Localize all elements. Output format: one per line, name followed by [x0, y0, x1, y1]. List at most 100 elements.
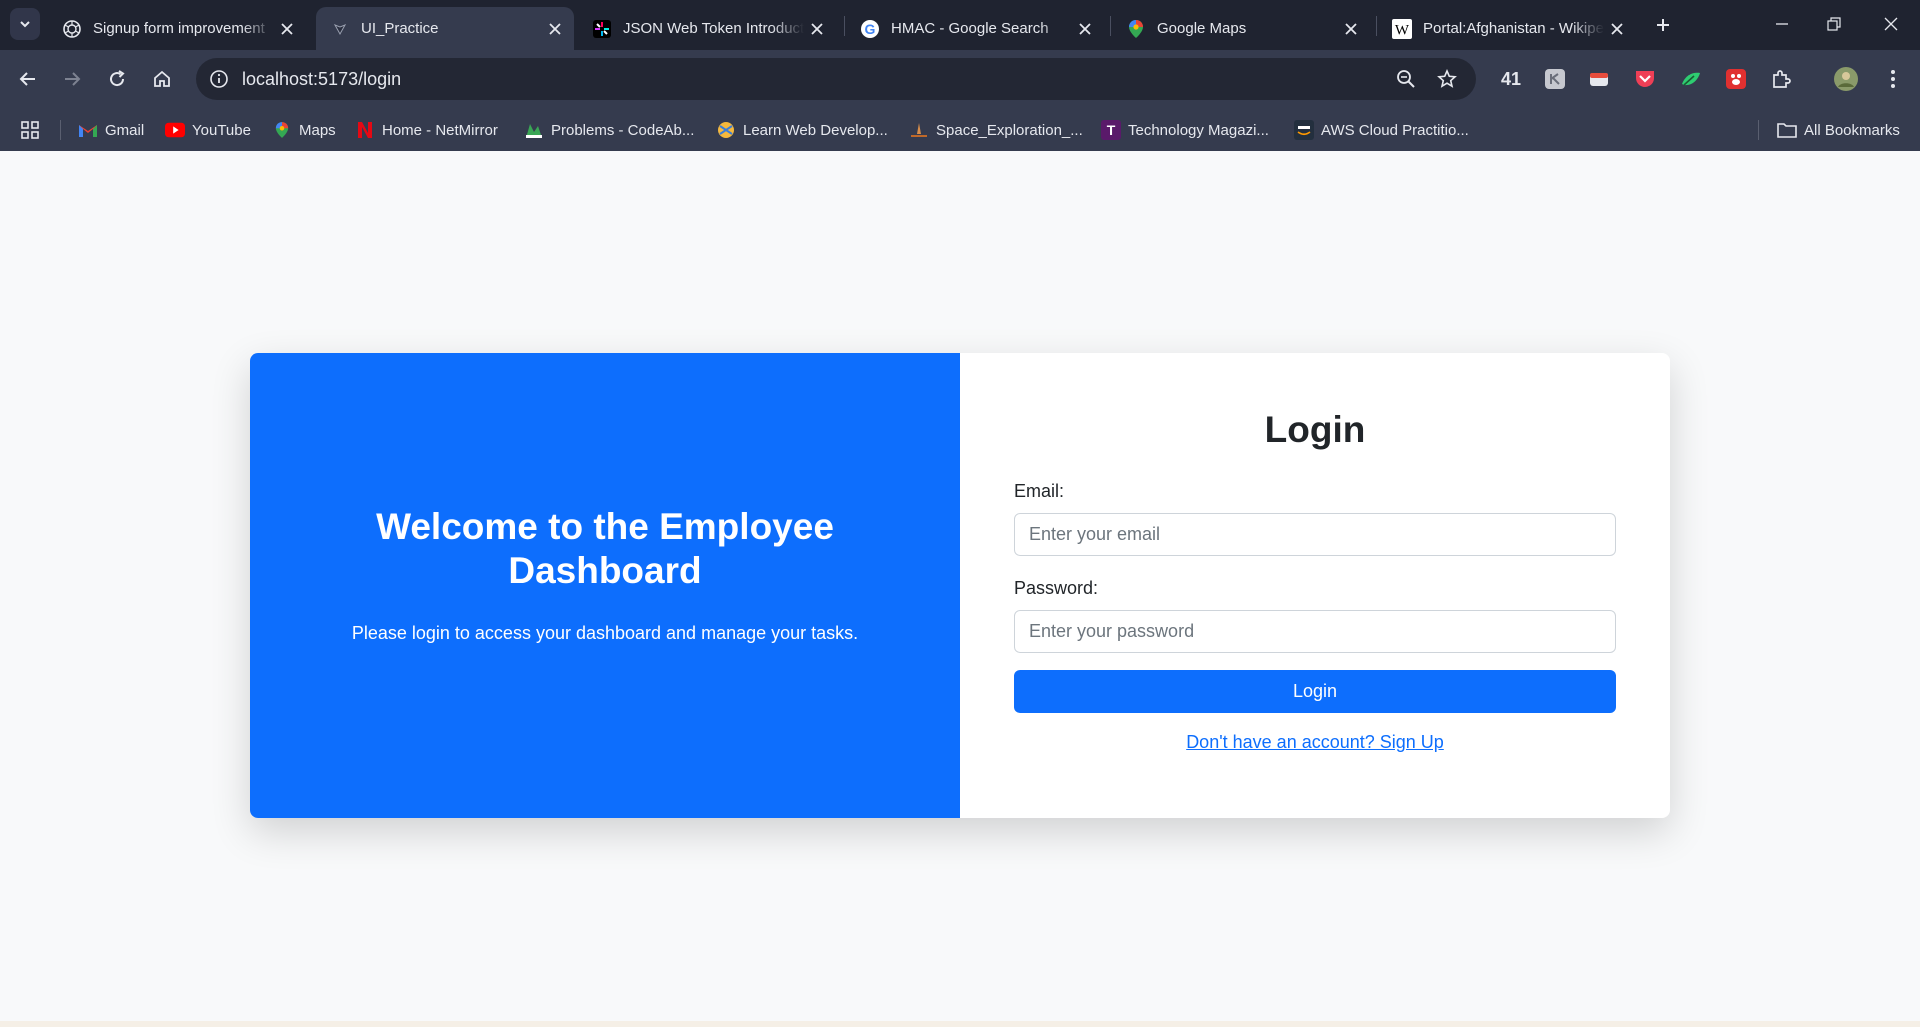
close-icon — [1884, 17, 1898, 31]
tab-title: Portal:Afghanistan - Wikipedia — [1423, 20, 1604, 37]
bookmark-label: Maps — [299, 121, 336, 139]
bookmark-divider — [60, 120, 61, 140]
bookmark-label: Home - NetMirror — [382, 121, 498, 139]
restore-icon — [1827, 17, 1841, 31]
restore-button[interactable] — [1814, 8, 1854, 40]
tab-hmac-search[interactable]: G HMAC - Google Search — [846, 7, 1104, 50]
tab-title: UI_Practice — [361, 20, 439, 37]
all-bookmarks-button[interactable]: All Bookmarks — [1777, 118, 1900, 142]
tab-signup-form[interactable]: Signup form improvement — [48, 7, 306, 50]
bookmarks-bar: Gmail YouTube Maps Home - NetMirror Prob… — [0, 108, 1920, 151]
bookmark-divider — [1758, 120, 1759, 140]
tab-strip: Signup form improvement UI_Practice JSON… — [0, 0, 1920, 50]
bookmark-aws[interactable]: AWS Cloud Practitio... — [1294, 118, 1469, 142]
close-tab-icon[interactable] — [542, 16, 568, 42]
email-field[interactable] — [1014, 513, 1616, 556]
maps-pin-icon — [272, 120, 292, 140]
close-tab-icon[interactable] — [1072, 16, 1098, 42]
new-tab-button[interactable] — [1649, 11, 1677, 39]
pocket-icon[interactable] — [1631, 65, 1659, 93]
minimize-button[interactable] — [1762, 8, 1802, 40]
bookmark-label: Learn Web Develop... — [743, 121, 888, 139]
extension-leaf-icon[interactable] — [1677, 65, 1705, 93]
home-button[interactable] — [146, 63, 178, 95]
all-bookmarks-label: All Bookmarks — [1804, 121, 1900, 139]
reload-icon — [110, 70, 125, 87]
bookmark-maps[interactable]: Maps — [272, 118, 336, 142]
extension-paw-icon[interactable] — [1722, 65, 1750, 93]
login-title: Login — [1264, 409, 1366, 450]
tab-title: Signup form improvement — [93, 20, 265, 37]
extension-gray-icon[interactable] — [1541, 65, 1569, 93]
home-icon — [154, 70, 170, 87]
email-label: Email: — [1014, 481, 1065, 501]
apps-grid-icon[interactable] — [20, 118, 40, 142]
bookmark-label: Problems - CodeAb... — [551, 121, 695, 139]
svg-text:T: T — [1107, 122, 1116, 138]
extensions-puzzle-icon[interactable] — [1767, 65, 1795, 93]
bookmark-netmirror[interactable]: Home - NetMirror — [355, 118, 498, 142]
folder-icon — [1777, 120, 1797, 140]
bookmark-label: Space_Exploration_... — [936, 121, 1083, 139]
password-label: Password: — [1014, 578, 1099, 598]
jwt-icon — [592, 19, 612, 39]
openai-icon — [62, 19, 82, 39]
maps-pin-icon — [1126, 19, 1146, 39]
tab-google-maps[interactable]: Google Maps — [1112, 7, 1370, 50]
close-tab-icon[interactable] — [1604, 16, 1630, 42]
bookmark-label: AWS Cloud Practitio... — [1321, 121, 1469, 139]
arrow-right-icon — [65, 72, 81, 86]
address-bar[interactable]: localhost:5173/login — [196, 58, 1476, 100]
bookmark-tech-magazine[interactable]: T Technology Magazi... — [1101, 118, 1269, 142]
back-button[interactable] — [12, 63, 44, 95]
menu-kebab-icon[interactable] — [1879, 65, 1907, 93]
netmirror-icon — [355, 120, 375, 140]
close-window-button[interactable] — [1871, 8, 1911, 40]
close-tab-icon[interactable] — [1338, 16, 1364, 42]
close-tab-icon[interactable] — [274, 16, 300, 42]
extension-badge[interactable]: 41 — [1496, 65, 1526, 93]
tab-divider — [844, 16, 845, 36]
site-info-icon[interactable] — [205, 65, 233, 93]
tab-wikipedia[interactable]: W Portal:Afghanistan - Wikipedia — [1378, 7, 1636, 50]
wikipedia-icon: W — [1392, 18, 1412, 39]
tech-magazine-icon: T — [1101, 120, 1121, 140]
zoom-icon[interactable] — [1392, 65, 1420, 93]
bookmark-label: Technology Magazi... — [1128, 121, 1269, 139]
welcome-subtitle: Please login to access your dashboard an… — [351, 623, 859, 643]
bookmark-space[interactable]: Space_Exploration_... — [909, 118, 1083, 142]
welcome-panel: Welcome to the Employee Dashboard Please… — [250, 353, 960, 818]
gmail-icon — [78, 120, 98, 140]
password-field[interactable] — [1014, 610, 1616, 653]
tab-ui-practice[interactable]: UI_Practice — [316, 7, 574, 50]
svg-text:W: W — [1395, 22, 1410, 38]
signup-link[interactable]: Don't have an account? Sign Up — [1186, 732, 1444, 752]
tab-title: HMAC - Google Search — [891, 20, 1049, 37]
bookmark-star-icon[interactable] — [1433, 65, 1461, 93]
extension-window-icon[interactable] — [1585, 65, 1613, 93]
bottom-strip — [0, 1021, 1920, 1027]
forward-button[interactable] — [56, 63, 88, 95]
url-text[interactable]: localhost:5173/login — [242, 69, 401, 90]
tab-divider — [1376, 16, 1377, 36]
bookmark-youtube[interactable]: YouTube — [165, 118, 251, 142]
tab-title: JSON Web Token Introduction — [623, 20, 804, 37]
tab-search-button[interactable] — [10, 8, 40, 40]
avatar[interactable] — [1832, 65, 1860, 93]
bookmark-learn-web[interactable]: Learn Web Develop... — [716, 118, 888, 142]
bookmark-gmail[interactable]: Gmail — [78, 118, 144, 142]
login-card: Welcome to the Employee Dashboard Please… — [250, 353, 1670, 818]
tab-title: Google Maps — [1157, 20, 1247, 37]
google-icon: G — [860, 19, 880, 39]
login-form: Login Email: Password: Login Don't have … — [960, 353, 1670, 818]
login-button[interactable]: Login — [1014, 670, 1616, 713]
minimize-icon — [1776, 23, 1788, 25]
arrow-left-icon — [19, 72, 35, 86]
tab-jwt[interactable]: JSON Web Token Introduction — [578, 7, 836, 50]
reload-button[interactable] — [101, 63, 133, 95]
signup-link-container: Don't have an account? Sign Up — [960, 732, 1670, 753]
bookmark-codeabbey[interactable]: Problems - CodeAb... — [524, 118, 694, 142]
close-tab-icon[interactable] — [804, 16, 830, 42]
space-icon — [909, 120, 929, 140]
aws-icon — [1294, 120, 1314, 140]
